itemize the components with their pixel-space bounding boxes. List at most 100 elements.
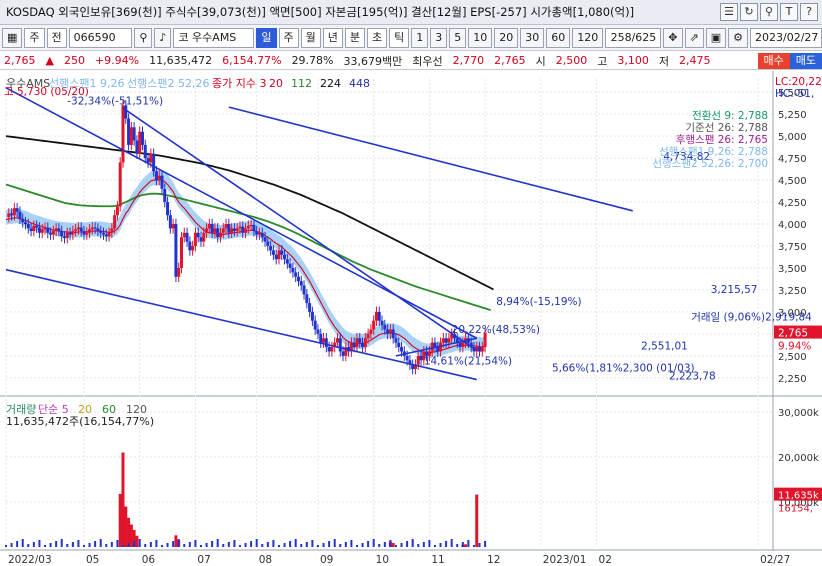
candle-body: [138, 131, 142, 154]
candle-body: [388, 329, 392, 334]
volume-bar: [121, 452, 125, 547]
date-field[interactable]: 2023/02/27: [750, 27, 822, 48]
candle-body: [257, 232, 261, 235]
tool-icon-1[interactable]: ✥: [663, 27, 683, 48]
ask-price: 2,770: [452, 54, 485, 67]
volume-bar: [27, 544, 30, 547]
tool-icon-2[interactable]: ⇗: [684, 27, 704, 48]
volume-bar: [344, 542, 347, 547]
price-tick-label: 5,000: [778, 132, 807, 143]
candle-body: [274, 254, 278, 260]
candle-body: [283, 254, 287, 260]
count-5[interactable]: 5: [449, 27, 467, 48]
time-tick-label: 06: [142, 554, 156, 566]
volume-bar: [372, 539, 375, 547]
volume-bar: [172, 541, 175, 547]
volume-bar: [464, 544, 468, 547]
candle-body: [372, 320, 376, 330]
low-label: 저: [658, 54, 669, 68]
candle-body: [179, 237, 183, 268]
buy-button[interactable]: 매수: [757, 52, 790, 69]
period-tick[interactable]: 틱: [389, 27, 410, 48]
period-month[interactable]: 월: [300, 27, 321, 48]
candle-body: [115, 206, 119, 216]
open-label: 시: [535, 54, 546, 68]
time-tick-label: 07: [197, 554, 210, 566]
period-minute[interactable]: 분: [344, 27, 366, 48]
count-10[interactable]: 10: [468, 27, 493, 48]
candle-body: [74, 229, 78, 232]
menu-icon[interactable]: ☰: [720, 3, 738, 21]
volume-bar: [244, 543, 247, 547]
volume-bar: [77, 540, 80, 547]
volume-bar: [300, 544, 303, 547]
candle-body: [177, 267, 181, 277]
open-price: 2,500: [555, 54, 588, 67]
candle-body: [458, 342, 462, 348]
settings-icon[interactable]: ⚙: [728, 27, 748, 48]
period-second[interactable]: 초: [367, 27, 388, 48]
volume-bar: [417, 544, 420, 547]
time-tick-label: 08: [259, 554, 272, 566]
text-icon[interactable]: T: [780, 3, 798, 21]
grid-icon[interactable]: ▦: [2, 27, 23, 48]
candle-body: [419, 355, 423, 361]
volume-bar: [272, 540, 275, 547]
volume-bar: [333, 539, 336, 547]
candle-body: [213, 228, 217, 233]
volume-bar: [5, 545, 7, 547]
candle-body: [113, 215, 117, 229]
count-120[interactable]: 120: [572, 27, 604, 48]
candle-body: [280, 250, 284, 255]
volume-bar: [461, 542, 464, 547]
candle-body: [397, 342, 401, 348]
candle-body: [18, 211, 22, 219]
period-day[interactable]: 일: [256, 27, 277, 48]
candle-body: [135, 140, 139, 154]
refresh-icon[interactable]: ↻: [740, 3, 758, 21]
candle-body: [79, 227, 83, 232]
market-select-2[interactable]: 전: [46, 27, 67, 48]
count-3[interactable]: 3: [430, 27, 448, 48]
candle-body: [143, 144, 147, 159]
candle-body: [308, 303, 312, 312]
stock-chart[interactable]: 5,5005,2505,0004,7504,5004,2504,0003,750…: [0, 71, 822, 566]
candle-body: [319, 333, 323, 343]
price-tick-label: 4,000: [778, 220, 807, 231]
volume-bar: [355, 545, 358, 547]
volume-bar: [311, 540, 314, 547]
period-year[interactable]: 년: [322, 27, 343, 48]
candle-body: [246, 225, 250, 229]
count-20[interactable]: 20: [494, 27, 519, 48]
range-field[interactable]: 258/625: [605, 27, 662, 48]
count-30[interactable]: 30: [520, 27, 545, 48]
period-week[interactable]: 주: [278, 27, 299, 48]
volume-tag: 11,635k: [778, 491, 819, 502]
volume-bar: [199, 545, 202, 547]
count-1[interactable]: 1: [411, 27, 429, 48]
save-icon[interactable]: ▣: [705, 27, 727, 48]
speaker-icon[interactable]: ♪: [154, 27, 172, 48]
search-icon[interactable]: ⚲: [760, 3, 778, 21]
sell-button[interactable]: 매도: [789, 52, 822, 69]
candle-body: [154, 171, 158, 181]
count-60[interactable]: 60: [546, 27, 571, 48]
candle-body: [252, 224, 256, 232]
candle-body: [129, 127, 133, 145]
candle-body: [166, 202, 170, 216]
candle-body: [238, 226, 242, 229]
code-input[interactable]: 066590: [68, 27, 133, 48]
chart-annotation: 3,215,57: [711, 284, 758, 296]
help-icon[interactable]: ?: [800, 3, 818, 21]
volume-bar: [475, 494, 479, 547]
price-tick-label: 4,250: [778, 198, 807, 209]
market-select[interactable]: 주: [24, 27, 45, 48]
candle-body: [324, 338, 328, 348]
candle-body: [191, 245, 195, 251]
candle-body: [478, 347, 482, 352]
search-icon-2[interactable]: ⚲: [134, 27, 153, 48]
candle-body: [361, 342, 365, 348]
candle-body: [216, 228, 220, 238]
stock-name[interactable]: 코 우수AMS: [173, 27, 255, 48]
candle-body: [358, 338, 362, 343]
